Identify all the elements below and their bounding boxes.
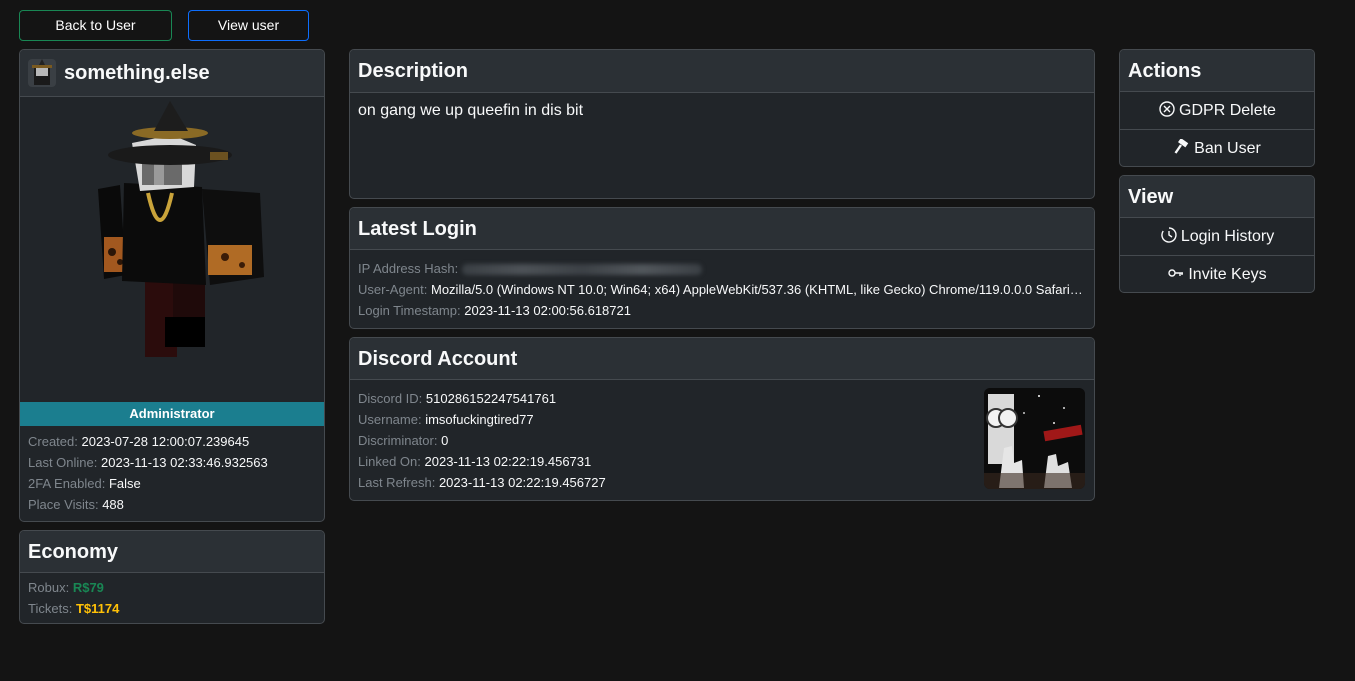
place-visits-label: Place Visits:: [28, 497, 99, 512]
profile-info: Created: 2023-07-28 12:00:07.239645 Last…: [20, 426, 324, 520]
login-history-label: Login History: [1180, 228, 1275, 245]
avatar-headshot: [28, 59, 56, 87]
view-user-profile-button[interactable]: View user profile: [188, 10, 309, 62]
discord-id-value: 510286152247541761: [425, 391, 557, 406]
user-agent-label: User-Agent:: [358, 282, 428, 297]
gdpr-delete-label: GDPR Delete: [1179, 102, 1276, 119]
circle-x-icon: [1158, 92, 1176, 129]
actions-card: Actions GDPR Delete Ban User: [1119, 49, 1315, 167]
profile-card: something.else Administrator Created: 20…: [19, 49, 325, 522]
login-timestamp-value: 2023-11-13 02:00:56.618721: [464, 303, 631, 318]
linked-on-label: Linked On:: [358, 454, 421, 469]
role-badge: Administrator: [20, 402, 324, 426]
invite-keys-link[interactable]: Invite Keys: [1120, 256, 1314, 292]
created-label: Created:: [28, 434, 78, 449]
created-value: 2023-07-28 12:00:07.239645: [81, 434, 250, 449]
last-refresh-value: 2023-11-13 02:22:19.456727: [438, 475, 606, 490]
discord-username-value: imsofuckingtired77: [425, 412, 534, 427]
ip-hash-redacted: [462, 264, 703, 276]
latest-login-card: Latest Login IP Address Hash: User-Agent…: [349, 207, 1095, 329]
last-online-value: 2023-11-13 02:33:46.932563: [101, 455, 268, 470]
invite-keys-label: Invite Keys: [1188, 266, 1267, 283]
place-visits-value: 488: [102, 497, 124, 512]
robux-value: R$79: [72, 580, 104, 595]
login-history-link[interactable]: Login History: [1120, 218, 1314, 256]
twofa-value: False: [108, 476, 141, 491]
description-text: on gang we up queefin in dis bit: [358, 102, 584, 119]
last-online-label: Last Online:: [28, 455, 98, 470]
discriminator-label: Discriminator:: [358, 433, 438, 448]
back-to-user-manager-button[interactable]: Back to User Manager: [19, 10, 172, 62]
description-card: Description on gang we up queefin in dis…: [349, 49, 1095, 199]
discord-account-card: Discord Account Discord ID: 510286152247…: [349, 337, 1095, 501]
twofa-label: 2FA Enabled:: [28, 476, 106, 491]
profile-header: something.else: [20, 50, 324, 97]
login-timestamp-label: Login Timestamp:: [358, 303, 461, 318]
robux-label: Robux:: [28, 580, 70, 595]
economy-card: Economy Robux: R$79 Tickets: T$1174: [19, 530, 325, 624]
hammer-icon: [1173, 130, 1191, 166]
linked-on-value: 2023-11-13 02:22:19.456731: [424, 454, 592, 469]
avatar-render: [20, 97, 324, 402]
gdpr-delete-button[interactable]: GDPR Delete: [1120, 92, 1314, 130]
discord-title: Discord Account: [350, 338, 1094, 380]
clock-history-icon: [1160, 218, 1178, 255]
profile-username: something.else: [64, 61, 210, 84]
key-icon: [1167, 256, 1185, 292]
latest-login-title: Latest Login: [350, 208, 1094, 250]
ban-user-label: Ban User: [1194, 140, 1261, 157]
actions-title: Actions: [1120, 50, 1314, 92]
tickets-value: T$1174: [75, 601, 120, 616]
view-title: View: [1120, 176, 1314, 218]
discord-avatar: [984, 388, 1085, 489]
description-title: Description: [350, 50, 1094, 93]
economy-title: Economy: [20, 531, 324, 573]
ban-user-button[interactable]: Ban User: [1120, 130, 1314, 166]
user-agent-value: Mozilla/5.0 (Windows NT 10.0; Win64; x64…: [431, 282, 1086, 297]
last-refresh-label: Last Refresh:: [358, 475, 436, 490]
view-card: View Login History Invite Keys: [1119, 175, 1315, 293]
discriminator-value: 0: [441, 433, 449, 448]
discord-id-label: Discord ID:: [358, 391, 423, 406]
tickets-label: Tickets:: [28, 601, 73, 616]
discord-username-label: Username:: [358, 412, 422, 427]
ip-hash-label: IP Address Hash:: [358, 261, 459, 276]
